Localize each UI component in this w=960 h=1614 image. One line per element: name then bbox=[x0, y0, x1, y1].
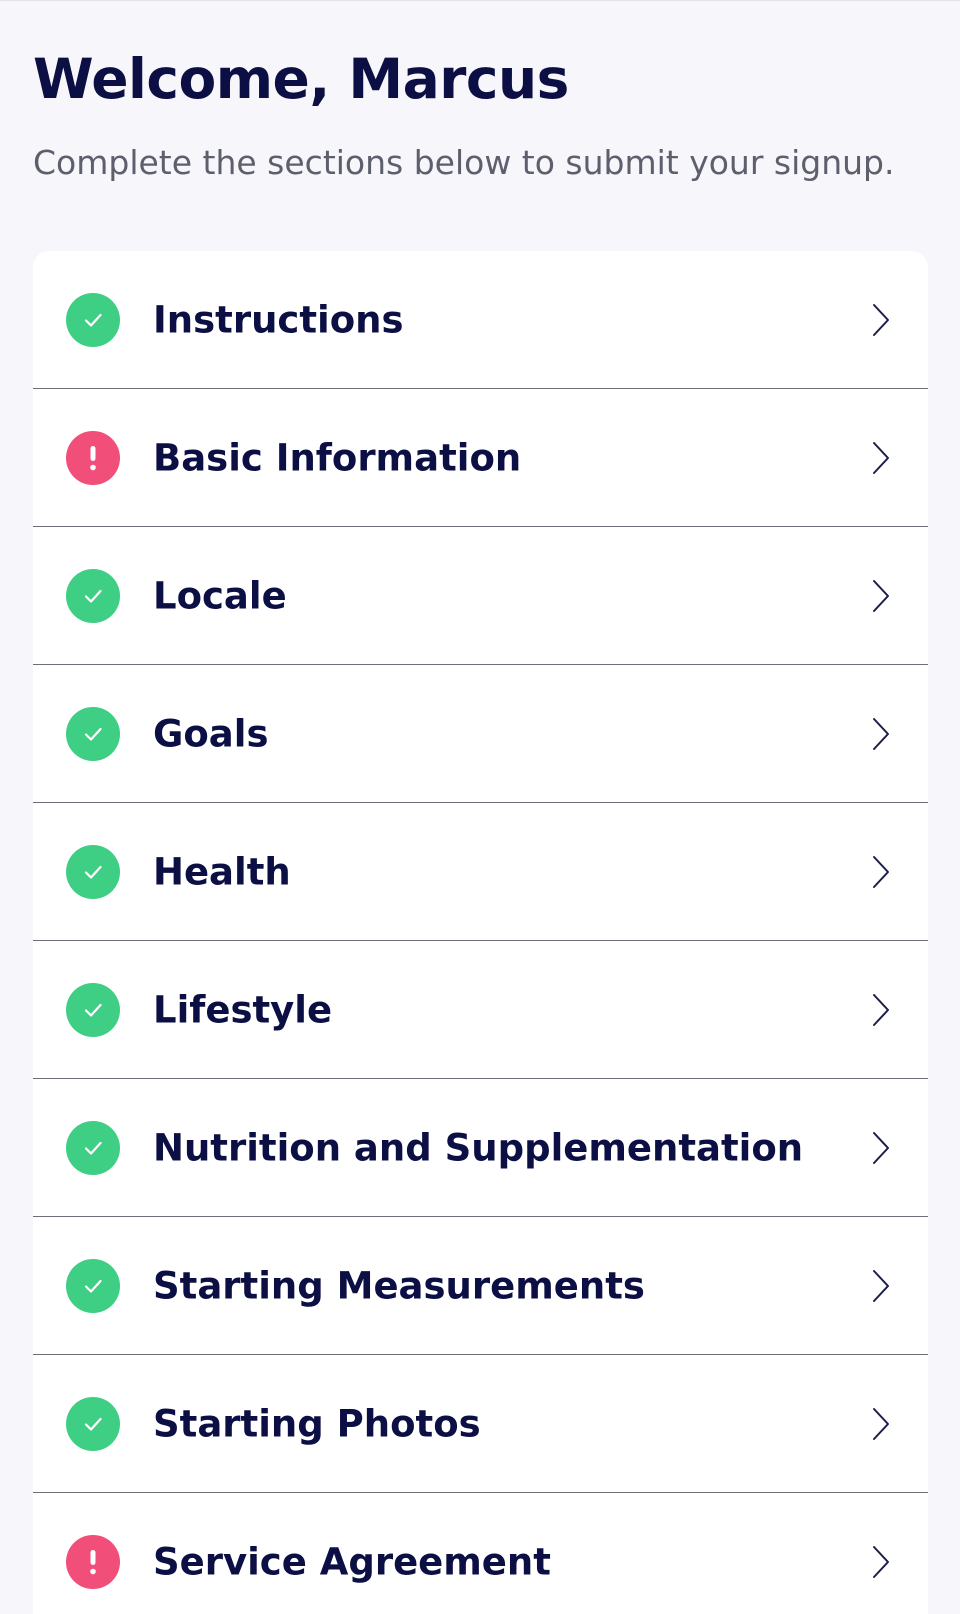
section-label: Starting Photos bbox=[153, 1402, 481, 1445]
check-icon bbox=[66, 568, 120, 623]
check-icon bbox=[66, 1396, 120, 1451]
chevron-right-icon bbox=[870, 1268, 892, 1304]
exclamation-icon bbox=[66, 430, 120, 485]
section-row-nutrition-and-supplementation[interactable]: Nutrition and Supplementation bbox=[33, 1079, 928, 1217]
section-row-service-agreement[interactable]: Service Agreement bbox=[33, 1493, 928, 1614]
chevron-right-icon bbox=[870, 302, 892, 338]
section-row-lifestyle[interactable]: Lifestyle bbox=[33, 941, 928, 1079]
section-label: Service Agreement bbox=[153, 1540, 551, 1584]
section-label: Health bbox=[153, 850, 291, 893]
chevron-right-icon bbox=[870, 992, 892, 1028]
chevron-right-icon bbox=[870, 1406, 892, 1442]
check-icon bbox=[66, 706, 120, 761]
check-icon bbox=[66, 1258, 120, 1313]
chevron-right-icon bbox=[870, 716, 892, 752]
page-title: Welcome, Marcus bbox=[33, 47, 569, 111]
exclamation-icon bbox=[66, 1535, 120, 1589]
page-subtitle: Complete the sections below to submit yo… bbox=[33, 143, 895, 182]
chevron-right-icon bbox=[870, 578, 892, 614]
section-row-starting-photos[interactable]: Starting Photos bbox=[33, 1355, 928, 1493]
section-label: Nutrition and Supplementation bbox=[153, 1126, 804, 1169]
section-label: Instructions bbox=[153, 298, 404, 341]
check-icon bbox=[66, 982, 120, 1037]
section-label: Lifestyle bbox=[153, 988, 333, 1031]
section-label: Goals bbox=[153, 712, 269, 755]
chevron-right-icon bbox=[870, 854, 892, 890]
check-icon bbox=[66, 1120, 120, 1175]
section-row-starting-measurements[interactable]: Starting Measurements bbox=[33, 1217, 928, 1355]
section-list: Instructions Basic Information Locale Goals… bbox=[33, 251, 928, 1614]
check-icon bbox=[66, 844, 120, 899]
section-row-basic-information[interactable]: Basic Information bbox=[33, 389, 928, 527]
check-icon bbox=[66, 292, 120, 347]
section-label: Locale bbox=[153, 574, 287, 617]
section-row-instructions[interactable]: Instructions bbox=[33, 251, 928, 389]
chevron-right-icon bbox=[870, 1544, 892, 1580]
chevron-right-icon bbox=[870, 440, 892, 476]
section-row-locale[interactable]: Locale bbox=[33, 527, 928, 665]
section-label: Starting Measurements bbox=[153, 1264, 645, 1307]
section-label: Basic Information bbox=[153, 436, 522, 479]
section-row-health[interactable]: Health bbox=[33, 803, 928, 941]
chevron-right-icon bbox=[870, 1130, 892, 1166]
section-row-goals[interactable]: Goals bbox=[33, 665, 928, 803]
